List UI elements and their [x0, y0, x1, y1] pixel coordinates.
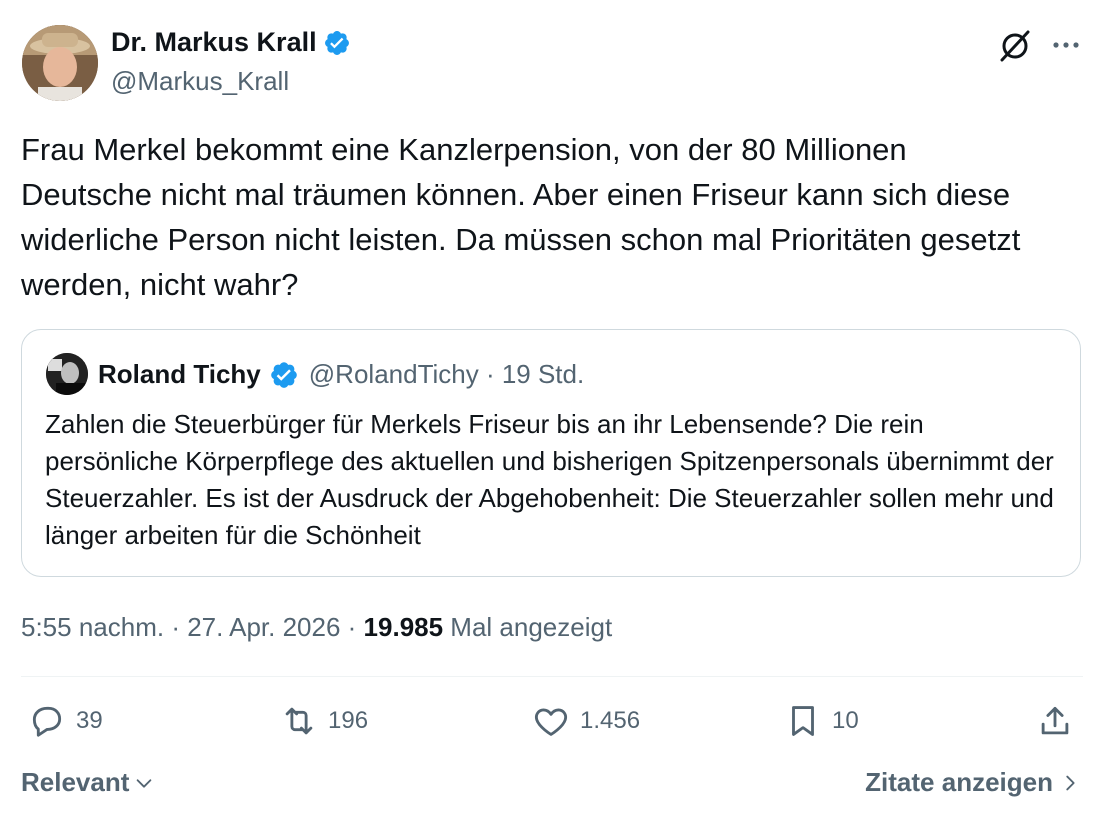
like-button[interactable]: 1.456 [532, 702, 640, 740]
author-avatar[interactable] [22, 25, 98, 101]
share-button[interactable] [1036, 702, 1074, 740]
view-quotes-link[interactable]: Zitate anzeigen [865, 767, 1081, 798]
quoted-tweet-card[interactable]: Roland Tichy @RolandTichy · 19 Std. Zahl… [21, 329, 1081, 577]
like-count: 1.456 [580, 707, 641, 734]
verified-badge-icon [324, 30, 349, 55]
divider [21, 676, 1083, 677]
view-quotes-label: Zitate anzeigen [865, 767, 1053, 797]
grok-icon[interactable] [996, 27, 1034, 65]
tweet-timestamp[interactable]: 5:55 nachm. · 27. Apr. 2026 · [21, 612, 364, 642]
view-count-label: Mal angezeigt [443, 612, 613, 642]
author-name[interactable]: Dr. Markus Krall [111, 27, 317, 58]
quote-header: Roland Tichy @RolandTichy · 19 Std. [98, 359, 584, 390]
like-icon [534, 708, 568, 736]
tweet-text: Frau Merkel bekommt eine Kanzlerpension,… [21, 132, 1021, 302]
bookmark-button[interactable]: 10 [784, 702, 859, 740]
quote-text: Zahlen die Steuerbürger für Merkels Fris… [45, 409, 1054, 550]
repost-icon [285, 707, 313, 735]
author-handle[interactable]: @Markus_Krall [111, 66, 289, 97]
reply-button[interactable]: 39 [28, 702, 103, 740]
quote-handle-time[interactable]: @RolandTichy · 19 Std. [309, 359, 584, 390]
author-name-row[interactable]: Dr. Markus Krall [111, 27, 351, 58]
chevron-down-icon [137, 778, 152, 788]
repost-button[interactable]: 196 [280, 702, 368, 740]
bookmark-icon [792, 706, 814, 736]
quote-author-avatar[interactable] [46, 353, 88, 395]
repost-count: 196 [328, 707, 369, 734]
more-icon[interactable] [1049, 28, 1083, 62]
view-count: 19.985 [363, 612, 444, 642]
quote-author-name[interactable]: Roland Tichy [98, 359, 261, 390]
share-icon [1041, 706, 1069, 735]
reply-icon [32, 706, 62, 737]
bookmark-count: 10 [832, 707, 859, 734]
tweet-meta: 5:55 nachm. · 27. Apr. 2026 · 19.985 Mal… [21, 612, 612, 643]
verified-badge-icon [270, 361, 297, 388]
sort-replies-dropdown[interactable]: Relevant [21, 767, 155, 798]
sort-label: Relevant [21, 767, 130, 797]
chevron-right-icon [1066, 775, 1075, 790]
reply-count: 39 [76, 707, 103, 734]
